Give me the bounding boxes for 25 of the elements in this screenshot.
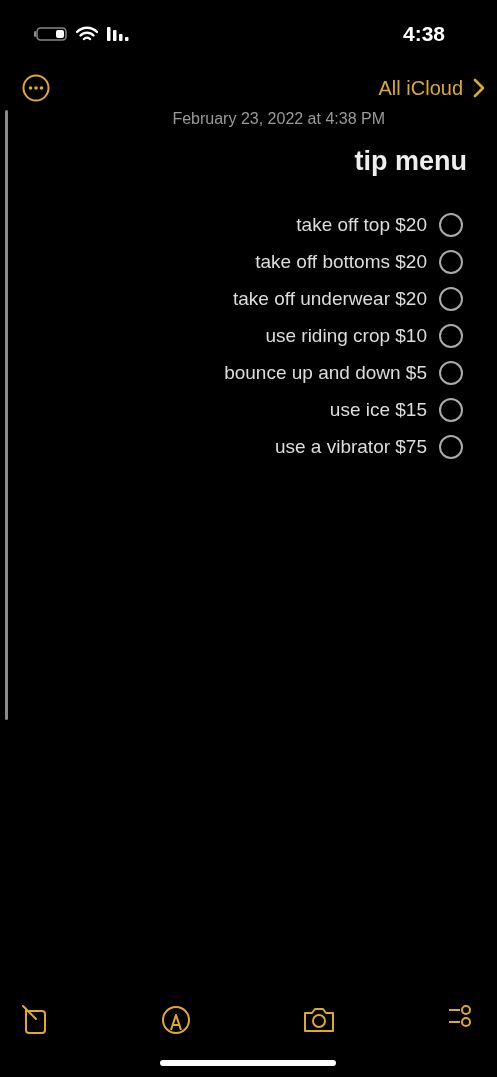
checklist-text: take off top $20 [296, 214, 427, 236]
more-button[interactable] [22, 74, 50, 102]
checklist-text: take off bottoms $20 [255, 251, 427, 273]
checklist-text: use riding crop $10 [265, 325, 427, 347]
note-date: February 23, 2022 at 4:38 PM [172, 110, 385, 128]
pen-tip-icon[interactable] [161, 1005, 191, 1035]
battery-icon [34, 26, 68, 42]
checklist-circle[interactable] [439, 435, 463, 459]
checklist-circle[interactable] [439, 287, 463, 311]
checklist-circle[interactable] [439, 324, 463, 348]
more-icon [22, 74, 50, 102]
checklist-circle[interactable] [439, 250, 463, 274]
checklist-text: use a vibrator $75 [274, 436, 427, 458]
checklist-circle[interactable] [439, 213, 463, 237]
status-time: 4:38 [402, 22, 445, 46]
checklist-text: use ice $15 [329, 399, 427, 421]
checklist-circle[interactable] [439, 398, 463, 422]
checklist-text: take off underwear $20 [233, 288, 427, 310]
checklist-text: bounce up and down $5 [224, 362, 427, 384]
chevron-icon [473, 78, 485, 98]
back-button[interactable]: All iCloud [378, 76, 485, 100]
wifi-icon [76, 26, 98, 42]
camera-icon[interactable] [302, 1006, 336, 1034]
note-title: tip menu [354, 146, 467, 177]
checklist-circle[interactable] [439, 361, 463, 385]
